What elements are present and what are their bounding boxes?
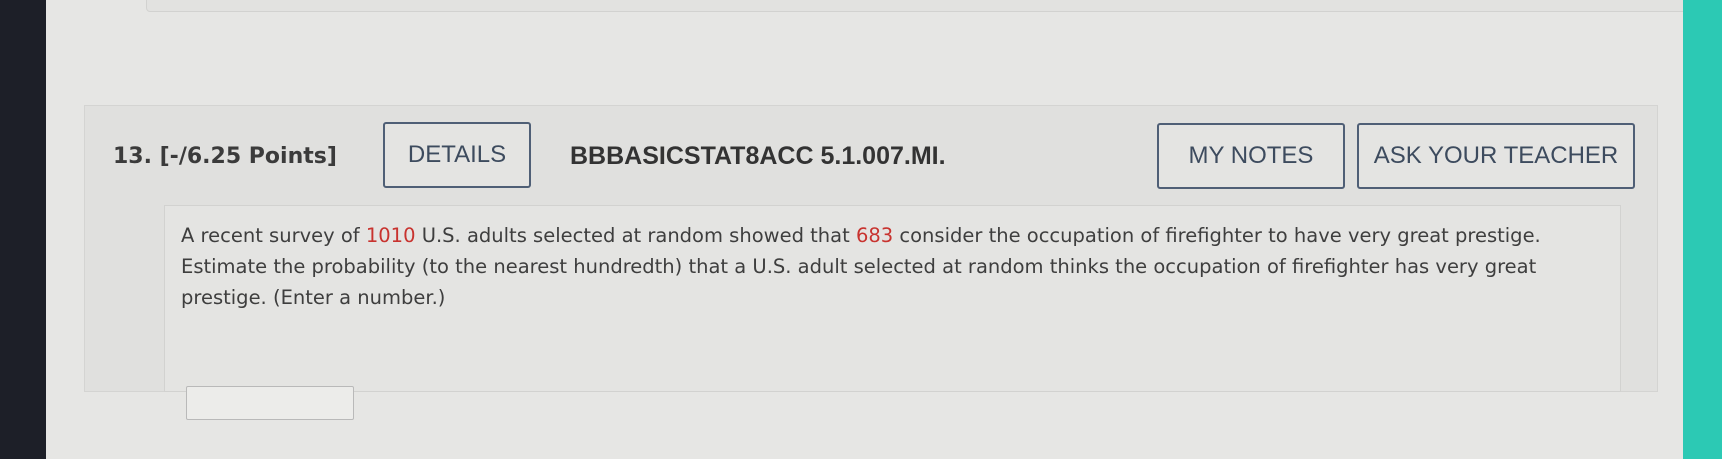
right-screen-edge [1683, 0, 1722, 459]
question-text-part1: A recent survey of [181, 224, 366, 247]
question-card: 13. [-/6.25 Points] DETAILS BBBASICSTAT8… [84, 105, 1658, 420]
question-body: A recent survey of 1010 U.S. adults sele… [164, 205, 1621, 420]
question-header: 13. [-/6.25 Points] DETAILS BBBASICSTAT8… [85, 106, 1657, 204]
question-text: A recent survey of 1010 U.S. adults sele… [181, 220, 1601, 313]
question-text-part2: U.S. adults selected at random showed th… [415, 224, 856, 247]
firefighter-count-value: 683 [855, 224, 894, 247]
adults-count-value: 1010 [365, 224, 416, 247]
question-code: BBBASICSTAT8ACC 5.1.007.MI. [570, 142, 946, 170]
left-screen-edge [0, 0, 46, 459]
my-notes-button[interactable]: MY NOTES [1157, 123, 1345, 189]
previous-question-card [146, 0, 1688, 12]
screen: 13. [-/6.25 Points] DETAILS BBBASICSTAT8… [0, 0, 1722, 459]
ask-your-teacher-button[interactable]: ASK YOUR TEACHER [1357, 123, 1635, 189]
answer-input[interactable] [186, 386, 354, 420]
details-button[interactable]: DETAILS [383, 122, 531, 188]
webassign-page: 13. [-/6.25 Points] DETAILS BBBASICSTAT8… [46, 0, 1688, 459]
question-number-points: 13. [-/6.25 Points] [113, 144, 337, 169]
